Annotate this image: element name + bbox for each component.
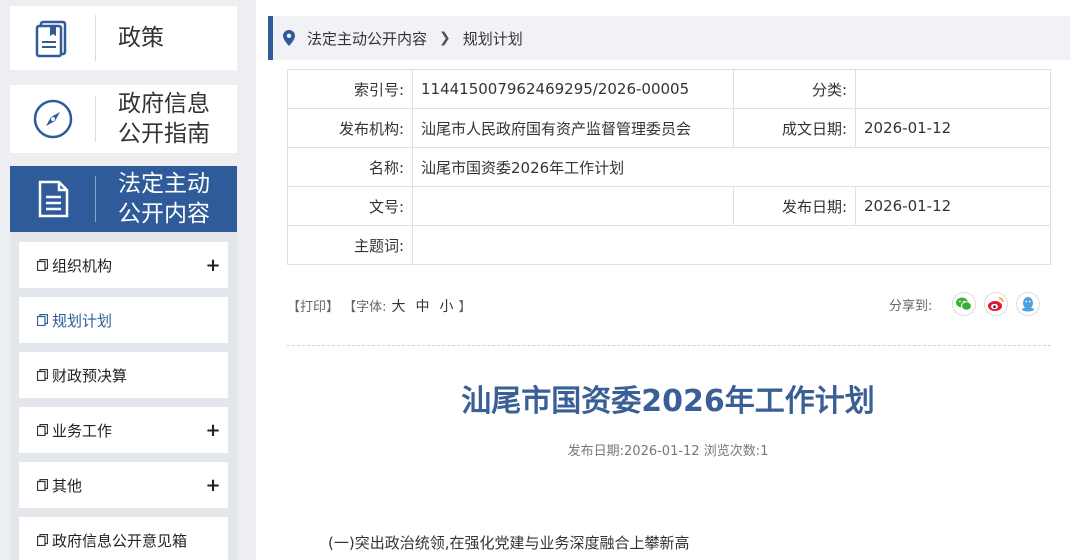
expand-icon[interactable]: + <box>198 475 228 496</box>
document-metadata-table: 索引号: 114415007962469295/2026-00005 分类: 发… <box>287 69 1051 265</box>
article-title: 汕尾市国资委2026年工作计划 <box>461 384 875 419</box>
nav-policy[interactable]: 政策 <box>10 6 237 70</box>
copy-doc-icon <box>37 369 48 381</box>
publisher-value: 汕尾市人民政府国有资产监督管理委员会 <box>412 108 734 148</box>
sub-nav-panel: 组织机构 + 规划计划 财政预决算 业务工作 + 其他 + 政府信息公开意见箱 <box>10 232 237 560</box>
article-publish-info: 发布日期:2026-01-12 浏览次数:1 <box>567 444 769 459</box>
copy-doc-icon <box>37 424 48 436</box>
sub-item-organization[interactable]: 组织机构 + <box>19 242 228 288</box>
article-tools: 【打印】 【字体: 大中小】 <box>287 296 472 316</box>
weibo-icon <box>988 297 1005 311</box>
share-wechat-button[interactable] <box>952 292 977 316</box>
compass-icon <box>33 99 72 139</box>
publisher-label: 发布机构: <box>287 108 413 148</box>
copy-doc-icon <box>37 479 48 491</box>
font-large-link[interactable]: 大 <box>392 299 406 315</box>
sub-item-label: 业务工作 <box>52 421 113 440</box>
sub-item-label: 政府信息公开意见箱 <box>52 531 188 550</box>
sub-item-other[interactable]: 其他 + <box>19 462 228 508</box>
location-pin-icon <box>283 30 295 46</box>
expand-icon[interactable]: + <box>198 255 228 276</box>
copy-doc-icon <box>37 314 48 326</box>
created-date-value: 2026-01-12 <box>855 108 1051 148</box>
category-value <box>855 69 1051 109</box>
sub-item-label: 财政预决算 <box>52 366 128 385</box>
main-content: 法定主动公开内容 ❯ 规划计划 索引号: 114415007962469295/… <box>256 0 1080 560</box>
copy-doc-icon <box>37 534 48 546</box>
print-link[interactable]: 【打印】 <box>287 300 339 315</box>
nav-guide-label: 政府信息 公开指南 <box>118 91 210 147</box>
name-label: 名称: <box>287 147 413 187</box>
qq-icon <box>1022 297 1035 312</box>
table-row: 名称: 汕尾市国资委2026年工作计划 <box>287 147 1051 187</box>
font-medium-link[interactable]: 中 <box>416 299 430 315</box>
nav-disclosure-guide[interactable]: 政府信息 公开指南 <box>10 85 237 153</box>
publish-date-label: 发布日期: <box>733 186 856 226</box>
share-bar: 分享到: <box>889 292 1041 316</box>
share-qq-button[interactable] <box>1016 292 1041 316</box>
expand-icon[interactable]: + <box>198 420 228 441</box>
nav-statutory-content[interactable]: 法定主动 公开内容 <box>10 166 237 232</box>
copy-doc-icon <box>37 259 48 271</box>
chevron-right-icon: ❯ <box>439 30 451 46</box>
sub-item-label: 其他 <box>52 476 83 495</box>
breadcrumb-section-link[interactable]: 法定主动公开内容 <box>307 28 427 49</box>
sub-item-planning[interactable]: 规划计划 <box>19 297 228 343</box>
font-size-prefix: 【字体: <box>343 300 387 315</box>
index-value: 114415007962469295/2026-00005 <box>412 69 734 109</box>
category-label: 分类: <box>733 69 856 109</box>
sub-item-budget[interactable]: 财政预决算 <box>19 352 228 398</box>
subject-value <box>412 225 1051 265</box>
nav-policy-label: 政策 <box>118 25 164 51</box>
sub-item-business[interactable]: 业务工作 + <box>19 407 228 453</box>
table-row: 发布机构: 汕尾市人民政府国有资产监督管理委员会 成文日期: 2026-01-1… <box>287 108 1051 148</box>
share-label: 分享到: <box>889 298 933 314</box>
article-first-heading: (一)突出政治统领,在强化党建与业务深度融合上攀新高 <box>328 534 690 552</box>
breadcrumb: 法定主动公开内容 ❯ 规划计划 <box>268 16 1070 60</box>
divider <box>287 345 1051 346</box>
created-date-label: 成文日期: <box>733 108 856 148</box>
sub-item-label: 规划计划 <box>52 311 113 330</box>
sidebar: 政策 政府信息 公开指南 法定主动 公开内容 组织机构 + 规划计划 财政预决算… <box>0 0 244 560</box>
sub-item-label: 组织机构 <box>52 256 113 275</box>
doc-number-value <box>412 186 734 226</box>
doc-number-label: 文号: <box>287 186 413 226</box>
table-row: 文号: 发布日期: 2026-01-12 <box>287 186 1051 226</box>
table-row: 主题词: <box>287 225 1051 265</box>
document-list-icon <box>38 180 68 218</box>
font-size-suffix: 】 <box>458 300 472 315</box>
document-book-icon <box>35 20 66 58</box>
publish-date-value: 2026-01-12 <box>855 186 1051 226</box>
wechat-icon <box>956 297 973 311</box>
breadcrumb-current[interactable]: 规划计划 <box>463 28 523 49</box>
font-small-link[interactable]: 小 <box>440 299 454 315</box>
table-row: 索引号: 114415007962469295/2026-00005 分类: <box>287 69 1051 109</box>
sub-item-feedback[interactable]: 政府信息公开意见箱 <box>19 517 228 560</box>
index-label: 索引号: <box>287 69 413 109</box>
name-value: 汕尾市国资委2026年工作计划 <box>412 147 1051 187</box>
nav-statutory-label: 法定主动 公开内容 <box>118 171 210 227</box>
subject-label: 主题词: <box>287 225 413 265</box>
share-weibo-button[interactable] <box>984 292 1009 316</box>
